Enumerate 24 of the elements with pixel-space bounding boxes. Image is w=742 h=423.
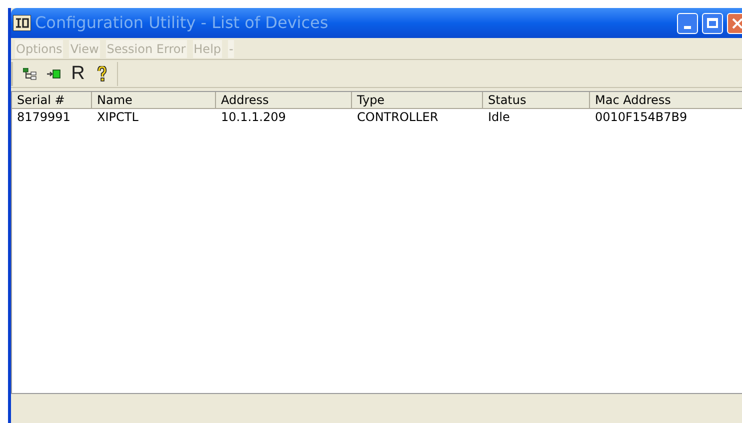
- maximize-icon: [707, 18, 718, 28]
- question-mark-icon: [97, 66, 107, 82]
- column-header[interactable]: Status: [483, 92, 590, 109]
- close-icon: [732, 18, 742, 28]
- table-cell-text: 8179991: [16, 109, 72, 125]
- app-icon: [13, 15, 31, 31]
- table-cell-text: Idle: [487, 109, 511, 125]
- refresh-button[interactable]: R: [67, 62, 89, 84]
- minimize-icon: [684, 26, 691, 28]
- column-header[interactable]: Name: [92, 92, 216, 109]
- column-header[interactable]: Mac Address: [590, 92, 742, 109]
- table-cell-text: 0010F154B7B9: [594, 109, 688, 125]
- close-button[interactable]: [727, 12, 742, 34]
- table-cell-text: CONTROLLER: [356, 109, 440, 125]
- minimize-button[interactable]: [677, 12, 698, 34]
- column-header[interactable]: Address: [216, 92, 352, 109]
- column-header[interactable]: Type: [352, 92, 483, 109]
- arrow-into-box-icon: [47, 68, 61, 78]
- tree-icon: [23, 68, 37, 80]
- maximize-button[interactable]: [702, 12, 723, 34]
- column-header[interactable]: Serial #: [12, 92, 92, 109]
- window-title: Configuration Utility - List of Devices: [35, 12, 330, 34]
- table-cell-text: 10.1.1.209: [220, 109, 287, 125]
- table-cell-text: XIPCTL: [96, 109, 140, 125]
